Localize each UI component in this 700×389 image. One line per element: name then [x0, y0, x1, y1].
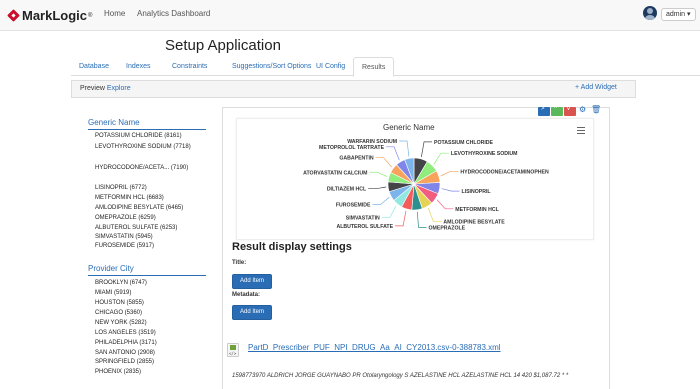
facet-item[interactable]: HYDROCODONE/ACETA... (7190) — [95, 165, 188, 171]
preview-bar: Preview Explore — [71, 80, 636, 98]
facet-title: Provider City — [88, 264, 206, 276]
facet-item[interactable]: SIMVASTATIN (5945) — [95, 234, 153, 240]
facet-item[interactable]: OMEPRAZOLE (6259) — [95, 215, 156, 221]
tab-results[interactable]: Results — [353, 57, 395, 77]
facet-item[interactable]: SPRINGFIELD (2855) — [95, 359, 154, 365]
facet-item[interactable]: CHICAGO (5360) — [95, 310, 142, 316]
title-label: Title: — [232, 260, 247, 266]
pie-label: LISINOPRIL — [461, 189, 491, 195]
pie-connector — [375, 157, 392, 168]
pie-label: LEVOTHYROXINE SODIUM — [451, 151, 518, 157]
chevron-down-icon: v — [567, 106, 570, 112]
move-up-button[interactable]: ^ — [551, 106, 563, 116]
facet-item[interactable]: MIAMI (5919) — [95, 290, 131, 296]
xml-file-icon: </> — [227, 343, 239, 357]
result-title-link[interactable]: PartD_Prescriber_PUF_NPI_DRUG_Aa_AI_CY20… — [248, 343, 501, 352]
pie-label: METOPROLOL TARTRATE — [319, 145, 385, 151]
pie-connector — [369, 171, 388, 177]
pie-label: WARFARIN SODIUM — [347, 139, 397, 145]
facet-item[interactable]: METFORMIN HCL (6683) — [95, 195, 164, 201]
pie-label: FUROSEMIDE — [336, 203, 371, 209]
facet-item[interactable]: PHILADELPHIA (3171) — [95, 340, 157, 346]
nav-link-analytics-dashboard[interactable]: Analytics Dashboard — [137, 9, 210, 18]
trash-icon[interactable]: 🗑 — [591, 105, 601, 114]
pie-label: HYDROCODONE/ACETAMINOPHEN — [460, 169, 549, 175]
pie-label: ATORVASTATIN CALCIUM — [303, 170, 367, 176]
facet-item[interactable]: LEVOTHYROXINE SODIUM (7718) — [95, 144, 191, 150]
facet-item[interactable]: SAN ANTONIO (2908) — [95, 350, 155, 356]
user-avatar-icon[interactable] — [643, 6, 657, 20]
pie-connector — [436, 199, 454, 210]
pie-connector — [416, 211, 427, 228]
nav-link-home[interactable]: Home — [104, 9, 125, 18]
add-widget-button[interactable]: + Add Widget — [575, 84, 617, 91]
page-title: Setup Application — [165, 37, 281, 54]
facet-item[interactable]: ALBUTEROL SULFATE (6253) — [95, 225, 177, 231]
preview-label: Preview — [80, 85, 105, 92]
pie-connector — [433, 152, 449, 165]
brand-name: MarkLogic — [22, 8, 88, 23]
brand-trademark: ® — [88, 12, 93, 19]
pie-label: METFORMIN HCL — [455, 207, 499, 213]
chevron-right-icon: > — [541, 106, 545, 112]
pie-label: ALBUTEROL SULFATE — [336, 224, 393, 230]
pie-connector — [441, 188, 460, 192]
add-metadata-item-button[interactable]: Add Item — [232, 305, 272, 320]
tab-indexes[interactable]: Indexes — [118, 57, 159, 76]
pie-connector — [368, 186, 387, 190]
facet-item[interactable]: BROOKLYN (6747) — [95, 280, 147, 286]
add-title-item-button[interactable]: Add Item — [232, 274, 272, 289]
pie-connector — [381, 205, 397, 219]
tab-database[interactable]: Database — [71, 57, 117, 76]
facet-title: Generic Name — [88, 118, 206, 130]
pie-connector — [399, 140, 410, 157]
pie-connector — [440, 170, 459, 177]
result-snippet: 1598773970 ALDRICH JORGE GUAYNABO PR Oto… — [232, 373, 569, 379]
marklogic-logo[interactable]: MarkLogic ® — [8, 8, 92, 23]
facet-item[interactable]: NEW YORK (5282) — [95, 320, 147, 326]
pie-connector — [372, 196, 390, 205]
user-menu-button[interactable]: admin ▾ — [661, 8, 696, 21]
facet-item[interactable]: LISINOPRIL (6772) — [95, 185, 147, 191]
explore-link[interactable]: Explore — [107, 85, 131, 92]
pie-label: GABAPENTIN — [339, 156, 374, 162]
chevron-up-icon: ^ — [554, 106, 557, 112]
pie-connector — [395, 210, 407, 227]
pie-connector — [386, 146, 400, 161]
facet-item[interactable]: HOUSTON (5855) — [95, 300, 144, 306]
gear-icon[interactable]: ⚙ — [579, 105, 586, 114]
move-right-button[interactable]: > — [538, 106, 550, 116]
marklogic-logo-icon — [8, 10, 19, 21]
facet-item[interactable]: AMLODIPINE BESYLATE (6465) — [95, 205, 183, 211]
pie-label: OMEPRAZOLE — [429, 225, 466, 231]
pie-label: SIMVASTATIN — [346, 216, 380, 222]
top-navbar: MarkLogic ® Home Analytics Dashboard admi… — [0, 0, 700, 31]
tab-ui-config[interactable]: UI Config — [308, 57, 353, 76]
pie-connector — [421, 141, 433, 158]
facet-item[interactable]: FUROSEMIDE (5917) — [95, 243, 154, 249]
tab-constraints[interactable]: Constraints — [164, 57, 215, 76]
facet-provider-city: Provider City — [88, 264, 206, 276]
facet-item[interactable]: POTASSIUM CHLORIDE (8161) — [95, 133, 182, 139]
xml-file-icon-text: </> — [229, 351, 237, 356]
pie-label: POTASSIUM CHLORIDE — [434, 140, 494, 146]
facet-generic-name: Generic Name — [88, 118, 206, 130]
result-display-settings-title: Result display settings — [232, 241, 352, 253]
facet-item[interactable]: LOS ANGELES (3519) — [95, 330, 156, 336]
setup-tabs: Database Indexes Constraints Suggestions… — [71, 57, 700, 77]
metadata-label: Metadata: — [232, 292, 261, 298]
pie-connector — [427, 207, 442, 222]
move-down-button[interactable]: v — [564, 106, 576, 116]
tab-suggestions-sort-options[interactable]: Suggestions/Sort Options — [224, 57, 319, 76]
pie-chart: POTASSIUM CHLORIDE LEVOTHYROXINE SODIUM HY… — [303, 139, 549, 231]
pie-label: DILTIAZEM HCL — [327, 187, 367, 193]
facet-item[interactable]: PHOENIX (2835) — [95, 369, 141, 375]
pie-chart-widget: Generic Name POTASSIUM CHLORIDE LEVOTHYRO… — [236, 118, 594, 240]
